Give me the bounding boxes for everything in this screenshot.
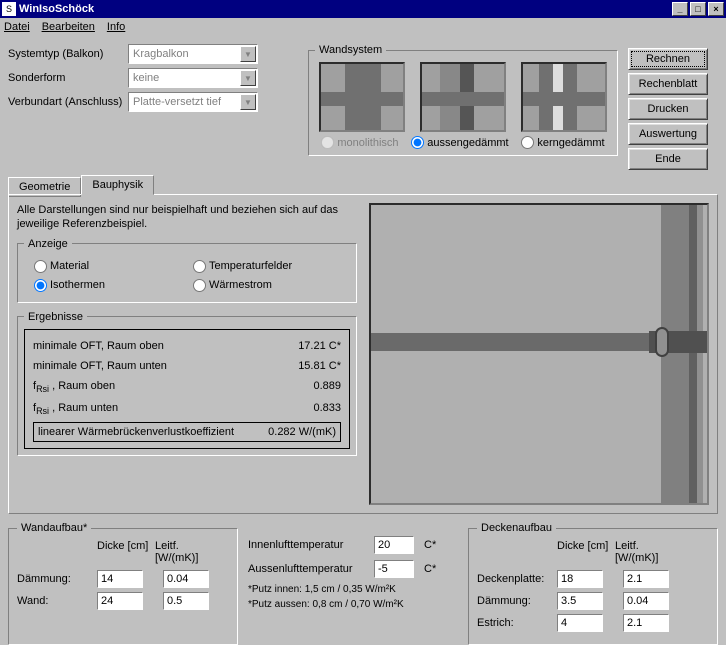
- note-text: Alle Darstellungen sind nur beispielhaft…: [17, 203, 357, 232]
- erg-r5-value: 0.282 W/(mK): [268, 426, 336, 438]
- aussentemp-label: Aussenlufttemperatur: [248, 563, 368, 575]
- systemtyp-value: Kragbalkon: [133, 48, 189, 60]
- deckenplatte-leitf-input[interactable]: 2.1: [623, 570, 669, 588]
- estrich-label: Estrich:: [477, 617, 557, 629]
- systemtyp-label: Systemtyp (Balkon): [8, 48, 128, 60]
- verbundart-value: Platte-versetzt tief: [133, 96, 221, 108]
- ende-button[interactable]: Ende: [628, 148, 708, 170]
- chevron-down-icon: ▼: [240, 46, 256, 62]
- deckenplatte-label: Deckenplatte:: [477, 573, 557, 585]
- erg-r2-value: 15.81 C*: [298, 360, 341, 372]
- auswertung-button[interactable]: Auswertung: [628, 123, 708, 145]
- maximize-button[interactable]: □: [690, 2, 706, 16]
- diagram-area: [369, 203, 709, 505]
- wandsystem-legend: Wandsystem: [315, 44, 386, 56]
- rechenblatt-button[interactable]: Rechenblatt: [628, 73, 708, 95]
- wand-leitf-header: Leitf. [W/(mK)]: [155, 540, 213, 564]
- erg-r2-label: minimale OFT, Raum unten: [33, 360, 167, 372]
- radio-aussengedaemmt[interactable]: aussengedämmt: [411, 136, 508, 149]
- wandsystem-group: Wandsystem: [308, 44, 618, 156]
- verbundart-dropdown[interactable]: Platte-versetzt tief ▼: [128, 92, 258, 112]
- title-bar: S WinIsoSchöck _ □ ×: [0, 0, 726, 18]
- tab-bauphysik[interactable]: Bauphysik: [81, 175, 154, 195]
- anzeige-group: Anzeige Material Temperaturfelder Isothe…: [17, 238, 357, 303]
- radio-waermestrom[interactable]: Wärmestrom: [193, 279, 340, 292]
- tab-panel: Alle Darstellungen sind nur beispielhaft…: [8, 194, 718, 514]
- wand-dicke-input[interactable]: 24: [97, 592, 143, 610]
- menu-datei[interactable]: Datei: [4, 21, 30, 33]
- radio-kerngedaemmt[interactable]: kerngedämmt: [521, 136, 604, 149]
- footnote-1: *Putz innen: 1,5 cm / 0,35 W/m²K: [248, 584, 458, 595]
- radio-monolithisch[interactable]: monolithisch: [321, 136, 398, 149]
- wandsystem-preview-2[interactable]: [420, 62, 506, 132]
- innentemp-input[interactable]: 20: [374, 536, 414, 554]
- sonderform-value: keine: [133, 72, 159, 84]
- sonderform-label: Sonderform: [8, 72, 128, 84]
- decke-dicke-header: Dicke [cm]: [557, 540, 615, 564]
- minimize-button[interactable]: _: [672, 2, 688, 16]
- daemmung-dicke-input[interactable]: 14: [97, 570, 143, 588]
- deckenaufbau-group: Deckenaufbau Dicke [cm]Leitf. [W/(mK)] D…: [468, 522, 718, 645]
- deckenplatte-dicke-input[interactable]: 18: [557, 570, 603, 588]
- sonderform-dropdown[interactable]: keine ▼: [128, 68, 258, 88]
- chevron-down-icon: ▼: [240, 94, 256, 110]
- erg-r5-label: linearer Wärmebrückenverlustkoeffizient: [38, 426, 234, 438]
- decke-daemmung-label: Dämmung:: [477, 595, 557, 607]
- decke-daemmung-leitf-input[interactable]: 0.04: [623, 592, 669, 610]
- erg-r4-label: fRsi , Raum unten: [33, 402, 118, 416]
- ergebnisse-legend: Ergebnisse: [24, 311, 87, 323]
- radio-isothermen[interactable]: Isothermen: [34, 279, 181, 292]
- erg-r4-value: 0.833: [313, 402, 341, 416]
- innentemp-label: Innenlufttemperatur: [248, 539, 368, 551]
- close-button[interactable]: ×: [708, 2, 724, 16]
- wand-label: Wand:: [17, 595, 97, 607]
- footnote-2: *Putz aussen: 0,8 cm / 0,70 W/m²K: [248, 599, 458, 610]
- wandsystem-preview-3[interactable]: [521, 62, 607, 132]
- anzeige-legend: Anzeige: [24, 238, 72, 250]
- wand-dicke-header: Dicke [cm]: [97, 540, 155, 564]
- rechnen-button[interactable]: Rechnen: [628, 48, 708, 70]
- erg-r3-value: 0.889: [313, 380, 341, 394]
- deckenaufbau-legend: Deckenaufbau: [477, 522, 556, 534]
- menu-bearbeiten[interactable]: Bearbeiten: [42, 21, 95, 33]
- aussentemp-input[interactable]: -5: [374, 560, 414, 578]
- temperature-group: Innenlufttemperatur20C* Aussenlufttemper…: [248, 522, 458, 645]
- estrich-leitf-input[interactable]: 2.1: [623, 614, 669, 632]
- chevron-down-icon: ▼: [240, 70, 256, 86]
- wandaufbau-legend: Wandaufbau*: [17, 522, 91, 534]
- radio-temperaturfelder[interactable]: Temperaturfelder: [193, 260, 340, 273]
- radio-material[interactable]: Material: [34, 260, 181, 273]
- systemtyp-dropdown[interactable]: Kragbalkon ▼: [128, 44, 258, 64]
- app-icon: S: [2, 2, 16, 16]
- erg-r3-label: fRsi , Raum oben: [33, 380, 115, 394]
- daemmung-label: Dämmung:: [17, 573, 97, 585]
- wand-leitf-input[interactable]: 0.5: [163, 592, 209, 610]
- estrich-dicke-input[interactable]: 4: [557, 614, 603, 632]
- wandsystem-preview-1[interactable]: [319, 62, 405, 132]
- menu-info[interactable]: Info: [107, 21, 125, 33]
- drucken-button[interactable]: Drucken: [628, 98, 708, 120]
- verbundart-label: Verbundart (Anschluss): [8, 96, 128, 108]
- ergebnisse-group: Ergebnisse minimale OFT, Raum oben 17.21 …: [17, 311, 357, 456]
- window-title: WinIsoSchöck: [19, 3, 670, 15]
- decke-leitf-header: Leitf. [W/(mK)]: [615, 540, 673, 564]
- decke-daemmung-dicke-input[interactable]: 3.5: [557, 592, 603, 610]
- erg-r1-label: minimale OFT, Raum oben: [33, 340, 164, 352]
- menu-bar: Datei Bearbeiten Info: [0, 18, 726, 36]
- wandaufbau-group: Wandaufbau* Dicke [cm]Leitf. [W/(mK)] Dä…: [8, 522, 238, 645]
- erg-r1-value: 17.21 C*: [298, 340, 341, 352]
- daemmung-leitf-input[interactable]: 0.04: [163, 570, 209, 588]
